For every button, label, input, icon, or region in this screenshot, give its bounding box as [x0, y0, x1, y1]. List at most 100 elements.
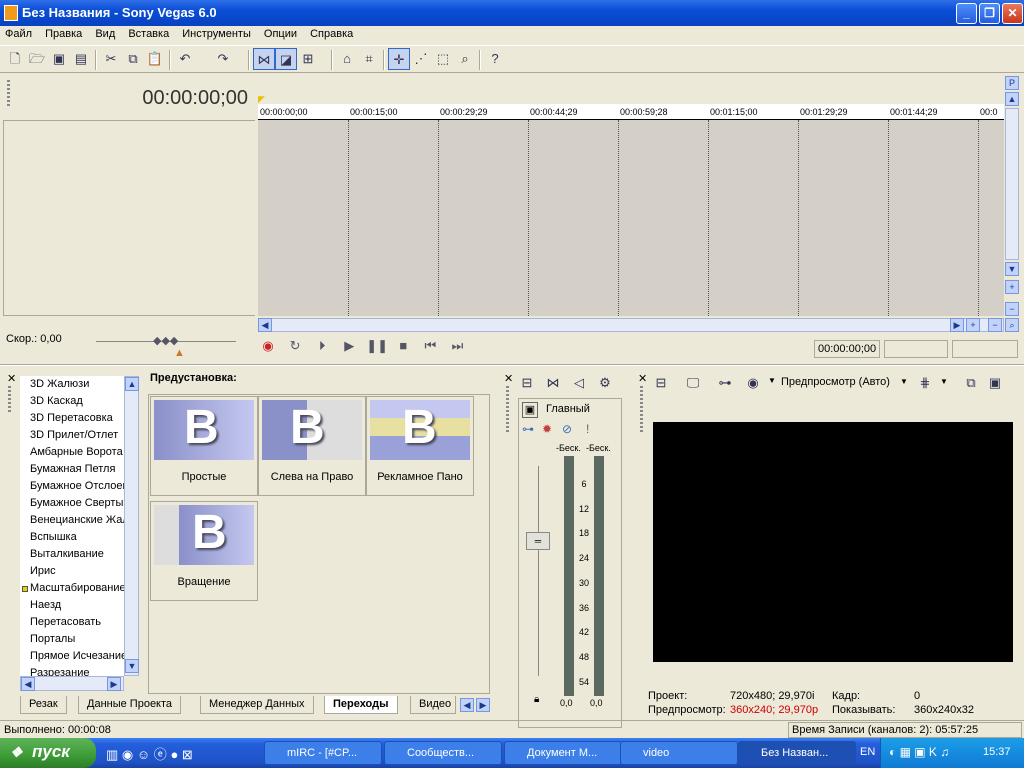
- media-icon[interactable]: ▥: [106, 747, 118, 762]
- tab-media-manager[interactable]: Менеджер Данных: [200, 696, 314, 714]
- master-fader[interactable]: ═: [526, 532, 550, 550]
- paste-icon[interactable]: 📋: [144, 48, 166, 70]
- preset-simple[interactable]: B Простые: [150, 396, 258, 496]
- ignore-grouping-icon[interactable]: ⌗: [358, 48, 380, 70]
- task-mirc[interactable]: mIRC - [#CP...: [264, 741, 382, 765]
- list-item[interactable]: 3D Прилет/Отлет: [20, 427, 124, 444]
- globe-icon[interactable]: ●: [170, 747, 178, 762]
- selection-tool-icon[interactable]: ⬚: [432, 48, 454, 70]
- play-button[interactable]: ▶: [339, 336, 359, 356]
- list-item[interactable]: Бумажное Отслоение: [20, 478, 124, 495]
- maximize-button[interactable]: ❐: [979, 3, 1000, 24]
- preview-grip[interactable]: [640, 386, 643, 434]
- app-icon[interactable]: [4, 5, 18, 21]
- menu-insert[interactable]: Вставка: [123, 26, 174, 42]
- save-icon[interactable]: ▣: [48, 48, 70, 70]
- start-button[interactable]: ❖ пуск: [0, 738, 96, 768]
- overlays-icon[interactable]: ◉: [742, 372, 764, 394]
- insert-bus-icon[interactable]: ⊟: [516, 372, 538, 394]
- player-icon[interactable]: ◉: [122, 747, 133, 762]
- grid-dropdown-icon[interactable]: ▼: [940, 377, 948, 386]
- speed-slider-thumb-icon[interactable]: ◆◆◆: [153, 334, 178, 347]
- mixer-properties-icon[interactable]: ⚙: [594, 372, 616, 394]
- list-item-selected[interactable]: Масштабирование: [20, 580, 124, 597]
- tab-video[interactable]: Видео: [410, 696, 456, 714]
- task-community[interactable]: Сообществ...: [384, 741, 502, 765]
- go-to-end-button[interactable]: ⏭: [447, 336, 467, 356]
- stop-button[interactable]: ■: [393, 336, 413, 356]
- cut-icon[interactable]: ✂: [100, 48, 122, 70]
- quality-dropdown-icon[interactable]: ▼: [900, 377, 908, 386]
- timeline-track-area[interactable]: [258, 120, 1004, 316]
- tray-icons[interactable]: ◐ ▦ ▣ K ♫: [889, 745, 949, 759]
- tabs-scroll-right-button[interactable]: ▶: [476, 698, 490, 712]
- task-video-folder[interactable]: video: [620, 741, 738, 765]
- scroll-up-button[interactable]: ▲: [1005, 92, 1019, 106]
- dim-output-icon[interactable]: ◁: [568, 372, 590, 394]
- grid-icon[interactable]: ⋕: [914, 372, 936, 394]
- list-scroll-down-button[interactable]: ▼: [125, 659, 139, 673]
- downmix-icon[interactable]: ⋈: [542, 372, 564, 394]
- zoom-in-horizontal-button[interactable]: +: [966, 318, 980, 332]
- open-folder-icon[interactable]: 🗁: [26, 48, 48, 70]
- messenger-icon[interactable]: ☺: [137, 747, 150, 762]
- record-button[interactable]: ◉: [258, 336, 278, 356]
- whats-this-icon[interactable]: ?: [484, 48, 506, 70]
- preset-left-to-right[interactable]: B Слева на Право: [258, 396, 366, 496]
- app-icon-qs[interactable]: ⊠: [182, 747, 193, 762]
- list-item[interactable]: Порталы: [20, 631, 124, 648]
- menu-view[interactable]: Вид: [90, 26, 120, 42]
- preset-billboard[interactable]: B Рекламное Пано: [366, 396, 474, 496]
- zoom-out-vertical-button[interactable]: −: [1005, 302, 1019, 316]
- list-item[interactable]: Ирис: [20, 563, 124, 580]
- mixer-grip[interactable]: [506, 386, 509, 434]
- task-document[interactable]: Документ М...: [504, 741, 622, 765]
- lock-envelopes-icon[interactable]: ⌂: [336, 48, 358, 70]
- snap-icon[interactable]: ⋈: [253, 48, 275, 70]
- preview-quality-select[interactable]: Предпросмотр (Авто): [781, 376, 890, 388]
- list-item[interactable]: Наезд: [20, 597, 124, 614]
- menu-tools[interactable]: Инструменты: [177, 26, 256, 42]
- zoom-in-vertical-button[interactable]: +: [1005, 280, 1019, 294]
- new-file-icon[interactable]: 🗋: [4, 48, 26, 70]
- list-item[interactable]: 3D Перетасовка: [20, 410, 124, 427]
- tab-project-media[interactable]: Данные Проекта: [78, 696, 182, 714]
- close-mixer-icon[interactable]: ✕: [504, 372, 513, 385]
- list-item[interactable]: Разрезание: [20, 665, 124, 676]
- external-monitor-icon[interactable]: 🖵︎: [682, 372, 704, 394]
- scroll-left-button[interactable]: ◀: [258, 318, 272, 332]
- copy-icon[interactable]: ⧉: [122, 48, 144, 70]
- list-item[interactable]: 3D Жалюзи: [20, 376, 124, 393]
- pause-button[interactable]: ❚❚: [366, 336, 388, 356]
- solo-icon[interactable]: !: [586, 422, 589, 436]
- lock-icon[interactable]: 🔒︎: [534, 694, 539, 705]
- tab-trimmer[interactable]: Резак: [20, 696, 67, 714]
- timeline-hscroll[interactable]: [258, 318, 1004, 332]
- mute-icon[interactable]: ⊘: [562, 422, 572, 436]
- menu-options[interactable]: Опции: [259, 26, 302, 42]
- selection-length-field[interactable]: [952, 340, 1018, 358]
- zoom-tool-icon[interactable]: ⌕: [454, 48, 476, 70]
- play-from-start-button[interactable]: ⏵: [312, 336, 332, 356]
- list-item[interactable]: Бумажная Петля: [20, 461, 124, 478]
- preview-properties-icon[interactable]: ⊟: [650, 372, 672, 394]
- list-scroll-right-button[interactable]: ▶: [107, 677, 121, 691]
- menu-help[interactable]: Справка: [305, 26, 358, 42]
- normal-edit-tool-icon[interactable]: ✛: [388, 48, 410, 70]
- scroll-right-button[interactable]: ▶: [950, 318, 964, 332]
- ripple-icon[interactable]: ⊞: [297, 48, 319, 70]
- panel-grip[interactable]: [8, 386, 11, 414]
- menu-file[interactable]: Файл: [0, 26, 37, 42]
- save-snapshot-icon[interactable]: ▣: [984, 372, 1006, 394]
- minimize-button[interactable]: _: [956, 3, 977, 24]
- list-scroll-left-button[interactable]: ◀: [21, 677, 35, 691]
- close-preview-icon[interactable]: ✕: [638, 372, 647, 385]
- menu-edit[interactable]: Правка: [40, 26, 87, 42]
- timeline-ruler[interactable]: 00:00:00;00 00:00:15;00 00:00:29;29 00:0…: [258, 104, 1004, 120]
- preview-screen[interactable]: [653, 422, 1013, 662]
- list-item[interactable]: Бумажное Свертывание: [20, 495, 124, 512]
- task-sony-vegas[interactable]: Без Назван...: [738, 741, 856, 765]
- list-item[interactable]: Венецианские Жалюзи: [20, 512, 124, 529]
- fx-chain-icon[interactable]: ✹: [542, 422, 552, 436]
- copy-snapshot-icon[interactable]: ⧉: [960, 372, 982, 394]
